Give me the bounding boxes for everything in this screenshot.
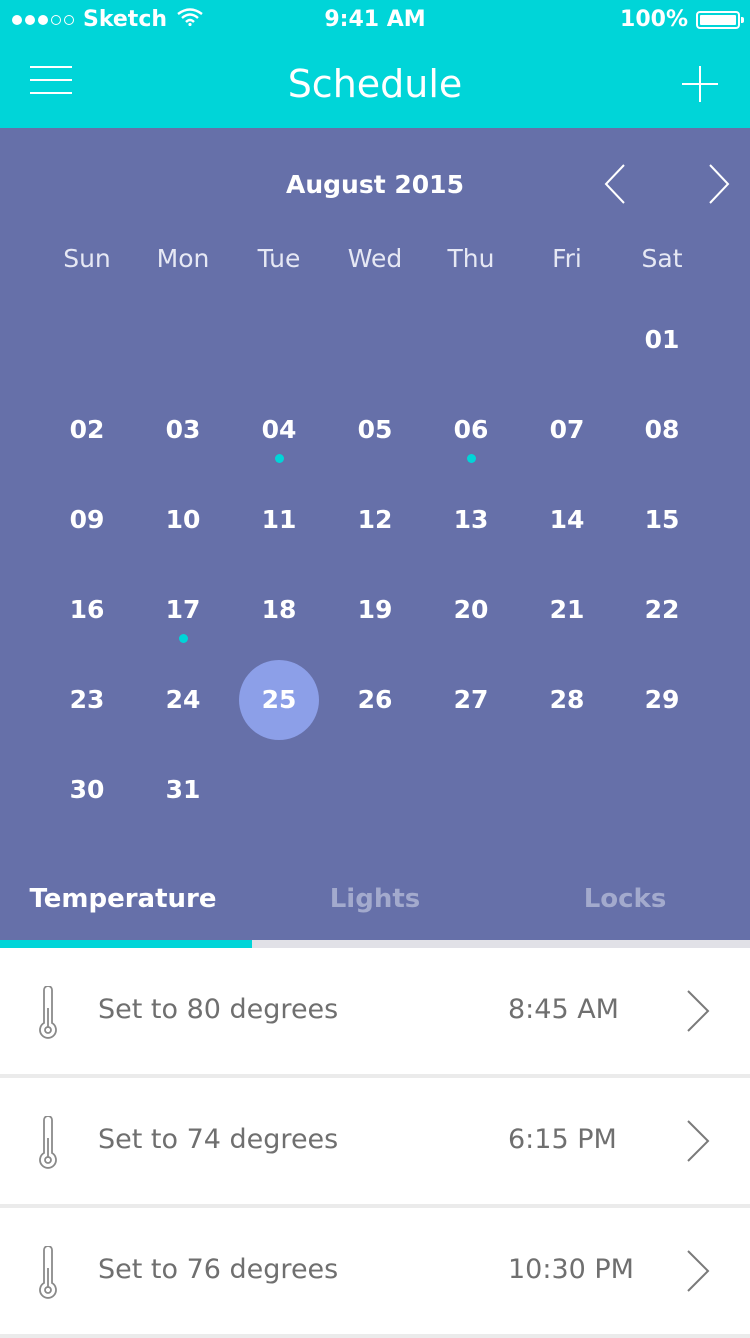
calendar-day[interactable]: 19: [335, 570, 415, 650]
calendar-day[interactable]: 12: [335, 480, 415, 560]
schedule-item-title: Set to 74 degrees: [98, 1124, 339, 1155]
status-bar: Sketch 9:41 AM 100%: [0, 0, 750, 40]
schedule-list: Set to 80 degrees 8:45 AM Set to 74 degr…: [0, 948, 750, 1338]
calendar-day[interactable]: 02: [47, 390, 127, 470]
battery-percent: 100%: [620, 7, 688, 32]
calendar-day[interactable]: 18: [239, 570, 319, 650]
tab-indicator-track: [0, 940, 750, 948]
calendar-day[interactable]: 20: [431, 570, 511, 650]
calendar-day[interactable]: 31: [143, 750, 223, 830]
tab-locks[interactable]: Locks: [500, 884, 750, 914]
calendar-day-grid: 01 02 03 04 05 06 07 08 09 10 11 12 13 14 15 16 17 18 19 20…: [0, 128, 750, 940]
calendar-day[interactable]: 01: [622, 300, 702, 380]
calendar-day[interactable]: 13: [431, 480, 511, 560]
page-title: Schedule: [287, 62, 463, 106]
schedule-item-title: Set to 76 degrees: [98, 1254, 339, 1285]
event-indicator-dot: [179, 634, 188, 643]
calendar-day[interactable]: 03: [143, 390, 223, 470]
active-tab-indicator: [0, 940, 252, 948]
calendar-day[interactable]: 16: [47, 570, 127, 650]
calendar-day[interactable]: 05: [335, 390, 415, 470]
category-tabs: Temperature Lights Locks: [0, 856, 750, 940]
battery-icon: [696, 10, 744, 29]
chevron-right-icon[interactable]: [680, 1248, 714, 1294]
calendar-day[interactable]: 11: [239, 480, 319, 560]
calendar: August 2015 Sun Mon Tue Wed Thu Fri Sat …: [0, 128, 750, 940]
calendar-day[interactable]: 26: [335, 660, 415, 740]
calendar-day[interactable]: 14: [527, 480, 607, 560]
calendar-day[interactable]: 30: [47, 750, 127, 830]
thermometer-icon: [36, 1115, 60, 1170]
schedule-item[interactable]: Set to 80 degrees 8:45 AM: [0, 948, 750, 1074]
calendar-day[interactable]: 28: [527, 660, 607, 740]
calendar-day[interactable]: 24: [143, 660, 223, 740]
thermometer-icon: [36, 985, 60, 1040]
plus-icon[interactable]: [680, 64, 720, 104]
calendar-day[interactable]: 10: [143, 480, 223, 560]
navigation-bar: Schedule: [0, 40, 750, 128]
calendar-day[interactable]: 27: [431, 660, 511, 740]
schedule-item[interactable]: Set to 74 degrees 6:15 PM: [0, 1078, 750, 1204]
calendar-day-selected[interactable]: 25: [239, 660, 319, 740]
chevron-right-icon[interactable]: [680, 988, 714, 1034]
calendar-day[interactable]: 06: [431, 390, 511, 470]
calendar-day[interactable]: 17: [143, 570, 223, 650]
calendar-day[interactable]: 08: [622, 390, 702, 470]
chevron-right-icon[interactable]: [680, 1118, 714, 1164]
calendar-day[interactable]: 09: [47, 480, 127, 560]
calendar-day[interactable]: 15: [622, 480, 702, 560]
tab-temperature[interactable]: Temperature: [0, 884, 248, 914]
schedule-item[interactable]: Set to 76 degrees 10:30 PM: [0, 1208, 750, 1334]
schedule-item-time: 6:15 PM: [508, 1124, 617, 1155]
tab-lights[interactable]: Lights: [250, 884, 500, 914]
schedule-item-time: 10:30 PM: [508, 1254, 634, 1285]
calendar-day[interactable]: 07: [527, 390, 607, 470]
calendar-day[interactable]: 21: [527, 570, 607, 650]
schedule-item-time: 8:45 AM: [508, 994, 619, 1025]
calendar-day[interactable]: 23: [47, 660, 127, 740]
calendar-day[interactable]: 29: [622, 660, 702, 740]
event-indicator-dot: [467, 454, 476, 463]
calendar-day[interactable]: 22: [622, 570, 702, 650]
event-indicator-dot: [275, 454, 284, 463]
calendar-day[interactable]: 04: [239, 390, 319, 470]
thermometer-icon: [36, 1245, 60, 1300]
battery-status: 100%: [620, 7, 744, 32]
schedule-item-title: Set to 80 degrees: [98, 994, 339, 1025]
